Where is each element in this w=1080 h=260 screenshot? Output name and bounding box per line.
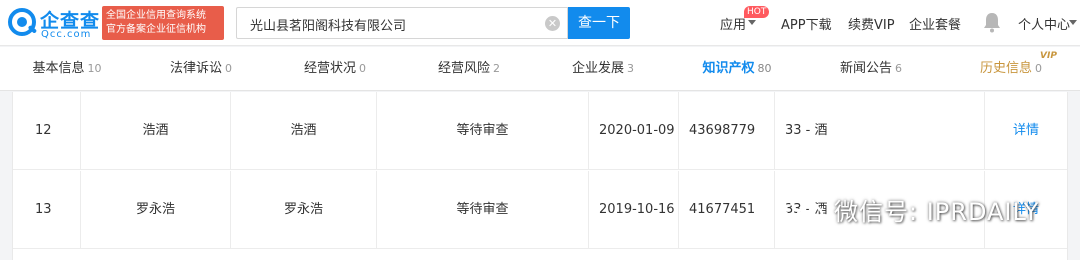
brand-domain: Qcc.com: [41, 29, 92, 40]
brand-slogan: 全国企业信用查询系统 官方备案企业征信机构: [102, 6, 224, 40]
search-input-value: 光山县茗阳阁科技有限公司: [250, 19, 407, 34]
international-class: 33 - 酒: [775, 92, 985, 170]
tab-label: 历史信息: [979, 61, 1032, 76]
tab-litigation[interactable]: 法律诉讼 0: [134, 47, 268, 91]
row-number: 12: [13, 92, 81, 170]
wechat-icon: [781, 193, 824, 226]
tab-count: 80: [757, 62, 772, 75]
nav-enterprise-package[interactable]: 企业套餐: [909, 14, 961, 33]
trademark-table: 12 浩酒 浩酒 等待审查 2020-01-09 43698779 33 - 酒…: [12, 92, 1068, 260]
tab-count: 0: [1035, 62, 1042, 75]
nav-apps[interactable]: 应用: [720, 14, 746, 33]
nav-app-download[interactable]: APP下载: [781, 14, 832, 33]
details-link[interactable]: 详情: [985, 92, 1067, 170]
trademark-status: 等待审查: [377, 92, 589, 170]
trademark-name: 罗永浩: [231, 171, 377, 249]
tab-label: 知识产权: [702, 61, 755, 76]
tab-label: 企业发展: [571, 61, 624, 76]
chevron-down-icon: [748, 20, 756, 25]
tab-history[interactable]: 历史信息 0: [944, 47, 1078, 91]
search-input[interactable]: 光山县茗阳阁科技有限公司 ✕: [236, 7, 568, 39]
wechat-watermark: 微信号: IPRDAILY: [778, 186, 1068, 232]
tab-count: 6: [895, 62, 902, 75]
table-row: 12 浩酒 浩酒 等待审查 2020-01-09 43698779 33 - 酒…: [13, 92, 1067, 170]
application-date: 2020-01-09: [589, 92, 679, 170]
application-date: 2019-10-16: [589, 171, 679, 249]
watermark-text: 微信号: IPRDAILY: [834, 198, 1040, 226]
slogan-line-1: 全国企业信用查询系统: [106, 10, 206, 21]
tab-count: 0: [225, 62, 232, 75]
registration-number: 41677451: [679, 171, 775, 249]
tab-business-risk[interactable]: 经营风险 2: [402, 47, 536, 91]
vip-badge: VIP: [1040, 51, 1057, 61]
tab-label: 法律诉讼: [169, 61, 222, 76]
tab-count: 0: [359, 62, 366, 75]
trademark-status: 等待审查: [377, 171, 589, 249]
row-number: 13: [13, 171, 81, 249]
tab-count: 2: [493, 62, 500, 75]
tab-development[interactable]: 企业发展 3: [536, 47, 670, 91]
tab-basic-info[interactable]: 基本信息 10: [0, 47, 134, 91]
top-header: 企查查 Qcc.com 全国企业信用查询系统 官方备案企业征信机构 光山县茗阳阁…: [0, 0, 1080, 46]
chevron-down-icon: [1069, 20, 1077, 25]
bell-icon[interactable]: [982, 11, 1002, 33]
search-button[interactable]: 查一下: [568, 7, 630, 39]
tab-label: 经营状况: [303, 61, 356, 76]
section-tabs: 基本信息 10 法律诉讼 0 经营状况 0 经营风险 2 企业发展 3 知识产权 80 新闻…: [0, 47, 1080, 91]
qcc-logo-icon: [8, 8, 37, 36]
nav-renew-vip[interactable]: 续费VIP: [848, 14, 895, 33]
tab-intellectual-property[interactable]: 知识产权 80: [670, 47, 804, 91]
tab-label: 新闻公告: [839, 61, 892, 76]
tab-label: 基本信息: [32, 61, 85, 76]
trademark-image-text: 浩酒: [81, 92, 231, 170]
nav-user-center[interactable]: 个人中心: [1018, 14, 1070, 33]
tab-count: 3: [627, 62, 634, 75]
slogan-line-2: 官方备案企业征信机构: [106, 24, 206, 35]
hot-badge: HOT: [744, 6, 770, 18]
registration-number: 43698779: [679, 92, 775, 170]
clear-icon[interactable]: ✕: [545, 16, 560, 31]
tab-label: 经营风险: [437, 61, 490, 76]
tab-count: 10: [87, 62, 102, 75]
trademark-name: 浩酒: [231, 92, 377, 170]
qcc-logo[interactable]: 企查查 Qcc.com: [8, 5, 100, 41]
tab-news[interactable]: 新闻公告 6: [804, 47, 938, 91]
trademark-image-text: 罗永浩: [81, 171, 231, 249]
tab-operations[interactable]: 经营状况 0: [268, 47, 402, 91]
